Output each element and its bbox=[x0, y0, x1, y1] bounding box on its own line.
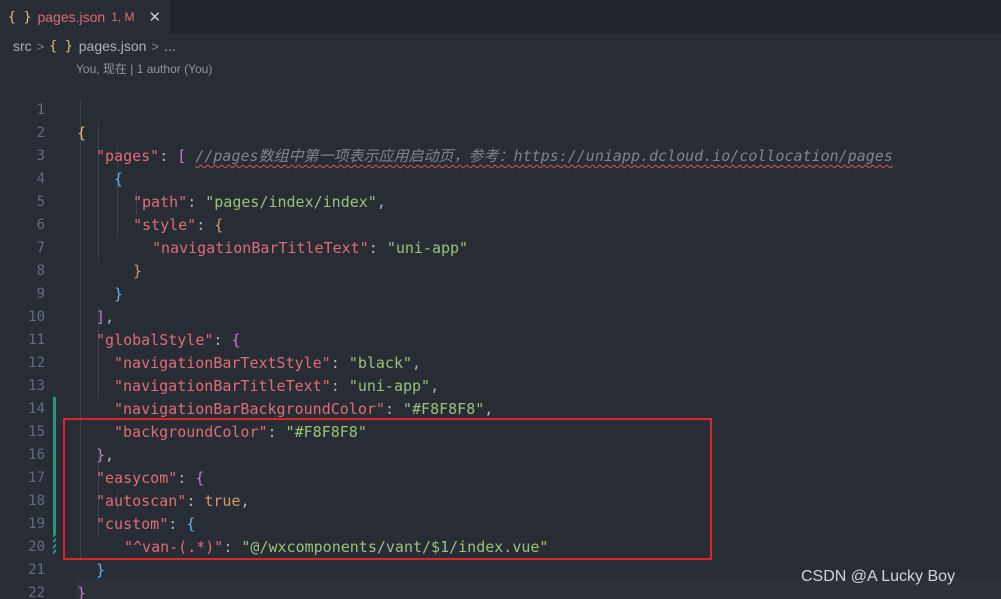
code-line: 3 { bbox=[0, 122, 1001, 188]
code-line: 13 "navigationBarBackgroundColor": "#F8F… bbox=[0, 352, 1001, 418]
code-line: 1 { bbox=[0, 76, 1001, 142]
code-line: 10 "globalStyle": { bbox=[0, 283, 1001, 349]
watermark: CSDN @A Lucky Boy bbox=[801, 568, 956, 585]
code-line: 8 } bbox=[0, 237, 1001, 303]
git-blame-codelens[interactable]: You, 现在 | 1 author (You) bbox=[76, 60, 212, 77]
code-line: 6 "navigationBarTitleText": "uni-app" bbox=[0, 191, 1001, 257]
code-line: 14 "backgroundColor": "#F8F8F8" bbox=[0, 375, 1001, 441]
close-icon[interactable]: ✕ bbox=[149, 8, 162, 26]
annotation-highlight-box bbox=[63, 418, 712, 560]
breadcrumb-file[interactable]: pages.json bbox=[79, 38, 147, 54]
tab-bar: { } pages.json 1, M ✕ bbox=[0, 0, 1001, 34]
code-line: 11 "navigationBarTextStyle": "black", bbox=[0, 306, 1001, 372]
tab-status-badge: 1, M bbox=[111, 10, 135, 24]
tab-filename: pages.json bbox=[37, 9, 106, 25]
code-line: 5 "style": { bbox=[0, 168, 1001, 234]
code-line: 2 "pages": [ //pages数组中第一项表示应用启动页，参考：htt… bbox=[0, 99, 1001, 165]
code-line: 7 } bbox=[0, 214, 1001, 280]
json-file-icon: { } bbox=[49, 38, 73, 54]
breadcrumb-symbols[interactable]: ... bbox=[164, 38, 176, 54]
editor-window: { } pages.json 1, M ✕ src > { } pages.js… bbox=[0, 0, 1001, 599]
code-line: 9 ], bbox=[0, 260, 1001, 326]
breadcrumb: src > { } pages.json > ... bbox=[0, 34, 1001, 58]
chevron-right-icon: > bbox=[151, 38, 160, 54]
chevron-right-icon: > bbox=[36, 38, 45, 54]
json-file-icon: { } bbox=[8, 9, 32, 25]
code-line: 4 "path": "pages/index/index", bbox=[0, 145, 1001, 211]
tab-pages-json[interactable]: { } pages.json 1, M ✕ bbox=[0, 0, 170, 34]
breadcrumb-folder[interactable]: src bbox=[13, 38, 32, 54]
code-line: 12 "navigationBarTitleText": "uni-app", bbox=[0, 329, 1001, 395]
